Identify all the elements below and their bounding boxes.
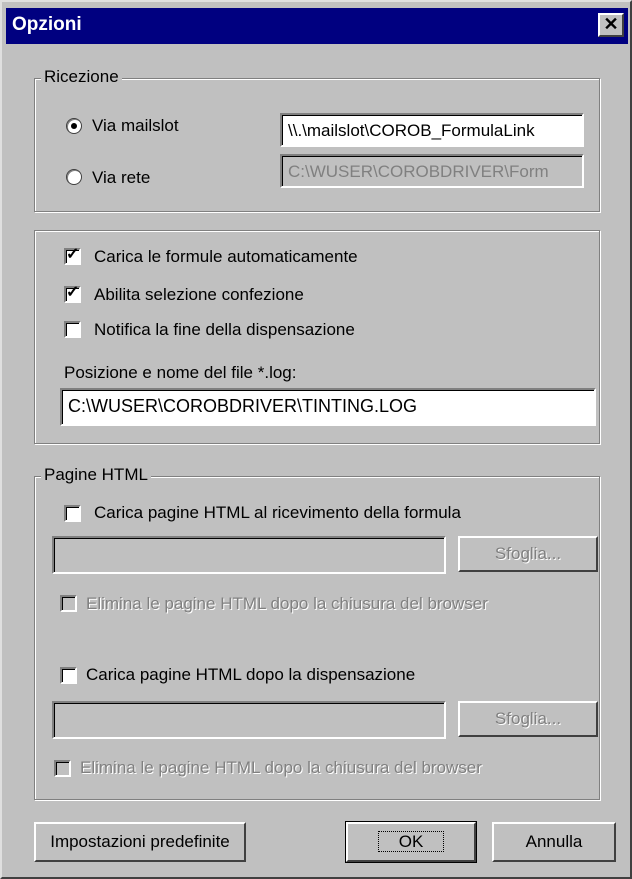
mailslot-path-input[interactable]: \\.\mailslot\COROB_FormulaLink [280, 113, 584, 147]
ok-button[interactable]: OK [345, 821, 477, 863]
close-icon[interactable]: ✕ [598, 13, 624, 37]
rete-path-input: C:\WUSER\COROBDRIVER\Form [280, 154, 584, 188]
log-path-label: Posizione e nome del file *.log: [64, 363, 297, 382]
log-path-input[interactable]: C:\WUSER\COROBDRIVER\TINTING.LOG [60, 388, 596, 426]
checkbox-elimina-2 [54, 760, 71, 777]
pagine-html-group: Pagine HTML [34, 465, 600, 800]
ok-button-label: OK [377, 831, 445, 852]
radio-via-mailslot[interactable] [66, 118, 82, 134]
checkbox-carica-ricevimento-label[interactable]: Carica pagine HTML al ricevimento della … [94, 503, 461, 523]
checkmark-icon: ✓ [66, 246, 80, 263]
checkbox-abilita-confezione-label[interactable]: Abilita selezione confezione [94, 285, 304, 305]
checkbox-elimina-1-label: Elimina le pagine HTML dopo la chiusura … [86, 594, 488, 613]
radio-selected-dot [71, 123, 77, 129]
ricezione-legend: Ricezione [41, 67, 122, 87]
cancel-button[interactable]: Annulla [492, 822, 616, 862]
window-title: Opzioni [12, 14, 82, 35]
checkbox-abilita-confezione[interactable]: ✓ [64, 284, 81, 303]
dispensazione-path-input [52, 701, 446, 739]
checkbox-carica-dispensazione[interactable] [60, 667, 77, 684]
checkbox-notifica-fine-label[interactable]: Notifica la fine della dispensazione [94, 320, 355, 340]
checkbox-elimina-1 [60, 595, 77, 612]
default-settings-button[interactable]: Impostazioni predefinite [34, 822, 246, 862]
pagine-html-legend: Pagine HTML [41, 465, 151, 485]
checkbox-carica-formule-label[interactable]: Carica le formule automaticamente [94, 247, 358, 267]
checkbox-elimina-2-label: Elimina le pagine HTML dopo la chiusura … [80, 758, 482, 777]
sfoglia-button-2: Sfoglia... [458, 701, 598, 737]
checkbox-carica-ricevimento[interactable] [64, 505, 81, 522]
checkmark-icon: ✓ [66, 284, 80, 301]
radio-via-mailslot-label[interactable]: Via mailslot [92, 116, 179, 136]
radio-via-rete-label[interactable]: Via rete [92, 168, 150, 188]
sfoglia-button-1: Sfoglia... [458, 536, 598, 572]
radio-via-rete[interactable] [66, 169, 82, 185]
checkbox-notifica-fine[interactable] [64, 321, 81, 338]
checkbox-carica-dispensazione-label[interactable]: Carica pagine HTML dopo la dispensazione [86, 665, 415, 685]
options-dialog: Opzioni ✕ Ricezione Via mailslot \\.\mai… [0, 0, 632, 879]
checkbox-carica-formule[interactable]: ✓ [64, 246, 81, 265]
ricevimento-path-input [52, 536, 446, 574]
title-bar[interactable]: Opzioni ✕ [6, 8, 628, 44]
